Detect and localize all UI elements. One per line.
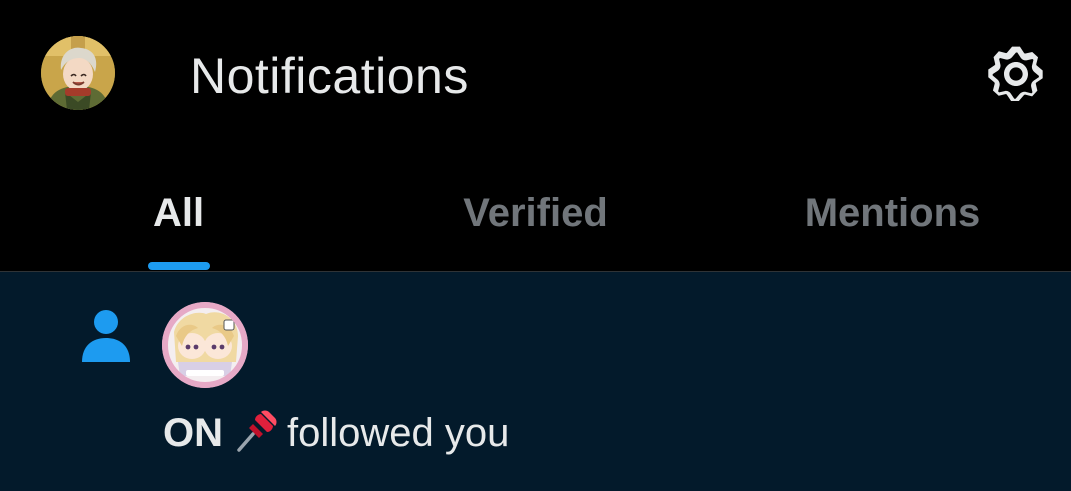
notification-item[interactable]: ON followed you — [0, 272, 1071, 491]
follower-avatar[interactable] — [162, 302, 248, 388]
tab-label: Mentions — [804, 191, 981, 235]
tab-verified[interactable]: Verified — [357, 150, 714, 272]
tab-label: All — [152, 191, 205, 235]
tab-mentions[interactable]: Mentions — [714, 150, 1071, 272]
notification-tabs: All Verified Mentions — [0, 150, 1071, 272]
page-title: Notifications — [190, 48, 469, 104]
gear-icon — [988, 46, 1043, 102]
active-tab-indicator — [147, 262, 210, 270]
user-avatar-icon — [41, 36, 115, 110]
settings-button[interactable] — [984, 42, 1048, 106]
pushpin-icon — [237, 410, 277, 452]
tab-all[interactable]: All — [0, 150, 357, 272]
notification-text: ON followed you — [163, 406, 509, 460]
tab-label: Verified — [463, 191, 608, 235]
notification-action: followed you — [287, 411, 510, 455]
person-icon — [82, 310, 130, 362]
profile-avatar[interactable] — [41, 36, 115, 110]
follower-name[interactable]: ON — [163, 411, 223, 455]
notifications-screen: Notifications All Verified Mentions ON f… — [0, 0, 1071, 491]
user-avatar-icon — [162, 302, 248, 388]
top-app-bar: Notifications — [0, 0, 1071, 150]
